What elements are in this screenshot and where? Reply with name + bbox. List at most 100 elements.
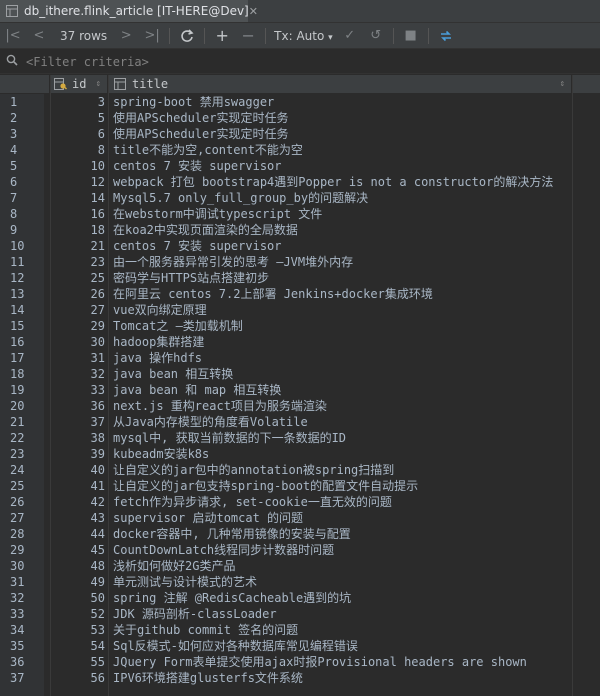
row-number[interactable]: 16 <box>0 334 44 350</box>
row-number[interactable]: 24 <box>0 462 44 478</box>
table-row[interactable]: 22 38 mysql中, 获取当前数据的下一条数据的ID <box>0 430 600 446</box>
cell-id[interactable]: 30 <box>50 334 105 350</box>
stop-icon[interactable]: ■ <box>398 24 424 48</box>
cell-title[interactable]: java bean 相互转换 <box>113 366 573 382</box>
row-number[interactable]: 26 <box>0 494 44 510</box>
table-row[interactable]: 36 55 JQuery Form表单提交使用ajax时报Provisional h… <box>0 654 600 670</box>
row-number[interactable]: 33 <box>0 606 44 622</box>
cell-title[interactable]: CountDownLatch线程同步计数器时问题 <box>113 542 573 558</box>
cell-title[interactable]: fetch作为异步请求, set-cookie一直无效的问题 <box>113 494 573 510</box>
table-row[interactable]: 8 16 在webstorm中调试typescript 文件 <box>0 206 600 222</box>
cell-title[interactable]: centos 7 安装 supervisor <box>113 158 573 174</box>
cell-title[interactable]: title不能为空,content不能为空 <box>113 142 573 158</box>
table-row[interactable]: 26 42 fetch作为异步请求, set-cookie一直无效的问题 <box>0 494 600 510</box>
cell-id[interactable]: 53 <box>50 622 105 638</box>
cell-id[interactable]: 49 <box>50 574 105 590</box>
cell-id[interactable]: 10 <box>50 158 105 174</box>
cell-title[interactable]: java bean 和 map 相互转换 <box>113 382 573 398</box>
row-number[interactable]: 11 <box>0 254 44 270</box>
table-row[interactable]: 10 21 centos 7 安装 supervisor <box>0 238 600 254</box>
cell-id[interactable]: 18 <box>50 222 105 238</box>
row-number[interactable]: 17 <box>0 350 44 366</box>
column-header-title[interactable]: title ⇕ <box>108 75 572 93</box>
table-row[interactable]: 37 56 IPV6环境搭建glusterfs文件系统 <box>0 670 600 686</box>
cell-title[interactable]: Mysql5.7 only_full_group_by的问题解决 <box>113 190 573 206</box>
cell-id[interactable]: 38 <box>50 430 105 446</box>
table-row[interactable]: 3 6 使用APScheduler实现定时任务 <box>0 126 600 142</box>
cell-id[interactable]: 32 <box>50 366 105 382</box>
filter-input[interactable]: <Filter criteria> <box>26 55 149 69</box>
cell-title[interactable]: 单元测试与设计模式的艺术 <box>113 574 573 590</box>
row-number[interactable]: 2 <box>0 110 44 126</box>
table-row[interactable]: 30 48 浅析如何做好2G类产品 <box>0 558 600 574</box>
cell-title[interactable]: next.js 重构react项目为服务端渲染 <box>113 398 573 414</box>
tab-table[interactable]: db_ithere.flink_article [IT-HERE@Dev] ✕ <box>0 0 258 22</box>
cell-id[interactable]: 27 <box>50 302 105 318</box>
cell-title[interactable]: kubeadm安装k8s <box>113 446 573 462</box>
table-row[interactable]: 6 12 webpack 打包 bootstrap4遇到Popper is not … <box>0 174 600 190</box>
cell-id[interactable]: 50 <box>50 590 105 606</box>
table-row[interactable]: 31 49 单元测试与设计模式的艺术 <box>0 574 600 590</box>
cell-id[interactable]: 16 <box>50 206 105 222</box>
cell-id[interactable]: 12 <box>50 174 105 190</box>
rollback-icon[interactable]: ↺ <box>363 24 389 48</box>
first-page-icon[interactable]: |< <box>0 24 26 48</box>
cell-id[interactable]: 6 <box>50 126 105 142</box>
cell-title[interactable]: 使用APScheduler实现定时任务 <box>113 126 573 142</box>
table-row[interactable]: 17 31 java 操作hdfs <box>0 350 600 366</box>
table-row[interactable]: 27 43 supervisor 启动tomcat 的问题 <box>0 510 600 526</box>
close-icon[interactable]: ✕ <box>249 5 258 18</box>
cell-id[interactable]: 8 <box>50 142 105 158</box>
row-number[interactable]: 14 <box>0 302 44 318</box>
cell-title[interactable]: java 操作hdfs <box>113 350 573 366</box>
row-number[interactable]: 13 <box>0 286 44 302</box>
row-number[interactable]: 3 <box>0 126 44 142</box>
cell-id[interactable]: 55 <box>50 654 105 670</box>
row-number[interactable]: 5 <box>0 158 44 174</box>
column-header-id[interactable]: id ⇕ <box>50 75 108 93</box>
table-row[interactable]: 28 44 docker容器中, 几种常用镜像的安装与配置 <box>0 526 600 542</box>
cell-title[interactable]: 让自定义的jar包中的annotation被spring扫描到 <box>113 462 573 478</box>
cell-id[interactable]: 52 <box>50 606 105 622</box>
row-number[interactable]: 12 <box>0 270 44 286</box>
cell-id[interactable]: 36 <box>50 398 105 414</box>
cell-title[interactable]: 在koa2中实现页面渲染的全局数据 <box>113 222 573 238</box>
row-number[interactable]: 29 <box>0 542 44 558</box>
table-row[interactable]: 16 30 hadoop集群搭建 <box>0 334 600 350</box>
cell-title[interactable]: 在阿里云 centos 7.2上部署 Jenkins+docker集成环境 <box>113 286 573 302</box>
table-row[interactable]: 7 14 Mysql5.7 only_full_group_by的问题解决 <box>0 190 600 206</box>
table-row[interactable]: 13 26 在阿里云 centos 7.2上部署 Jenkins+docker集成环… <box>0 286 600 302</box>
row-number[interactable]: 9 <box>0 222 44 238</box>
table-row[interactable]: 12 25 密码学与HTTPS站点搭建初步 <box>0 270 600 286</box>
row-number[interactable]: 21 <box>0 414 44 430</box>
table-row[interactable]: 34 53 关于github commit 签名的问题 <box>0 622 600 638</box>
row-number[interactable]: 36 <box>0 654 44 670</box>
filter-bar[interactable]: <Filter criteria> <box>0 50 600 74</box>
cell-id[interactable]: 37 <box>50 414 105 430</box>
row-number[interactable]: 23 <box>0 446 44 462</box>
row-number[interactable]: 30 <box>0 558 44 574</box>
cell-title[interactable]: 密码学与HTTPS站点搭建初步 <box>113 270 573 286</box>
cell-id[interactable]: 31 <box>50 350 105 366</box>
last-page-icon[interactable]: >| <box>139 24 165 48</box>
table-row[interactable]: 25 41 让自定义的jar包支持spring-boot的配置文件自动提示 <box>0 478 600 494</box>
row-number[interactable]: 15 <box>0 318 44 334</box>
table-row[interactable]: 19 33 java bean 和 map 相互转换 <box>0 382 600 398</box>
cell-id[interactable]: 40 <box>50 462 105 478</box>
table-row[interactable]: 33 52 JDK 源码剖析-classLoader <box>0 606 600 622</box>
cell-title[interactable]: 由一个服务器异常引发的思考 —JVM堆外内存 <box>113 254 573 270</box>
row-number[interactable]: 6 <box>0 174 44 190</box>
table-row[interactable]: 14 27 vue双向绑定原理 <box>0 302 600 318</box>
table-row[interactable]: 32 50 spring 注解 @RedisCacheable遇到的坑 <box>0 590 600 606</box>
cell-title[interactable]: 从Java内存模型的角度看Volatile <box>113 414 573 430</box>
table-row[interactable]: 9 18 在koa2中实现页面渲染的全局数据 <box>0 222 600 238</box>
delete-row-icon[interactable]: − <box>235 24 261 48</box>
cell-id[interactable]: 43 <box>50 510 105 526</box>
table-row[interactable]: 29 45 CountDownLatch线程同步计数器时问题 <box>0 542 600 558</box>
row-number[interactable]: 27 <box>0 510 44 526</box>
cell-title[interactable]: Sql反模式-如何应对各种数据库常见编程错误 <box>113 638 573 654</box>
cell-title[interactable]: spring-boot 禁用swagger <box>113 94 573 110</box>
cell-id[interactable]: 56 <box>50 670 105 686</box>
cell-title[interactable]: 在webstorm中调试typescript 文件 <box>113 206 573 222</box>
row-number[interactable]: 28 <box>0 526 44 542</box>
